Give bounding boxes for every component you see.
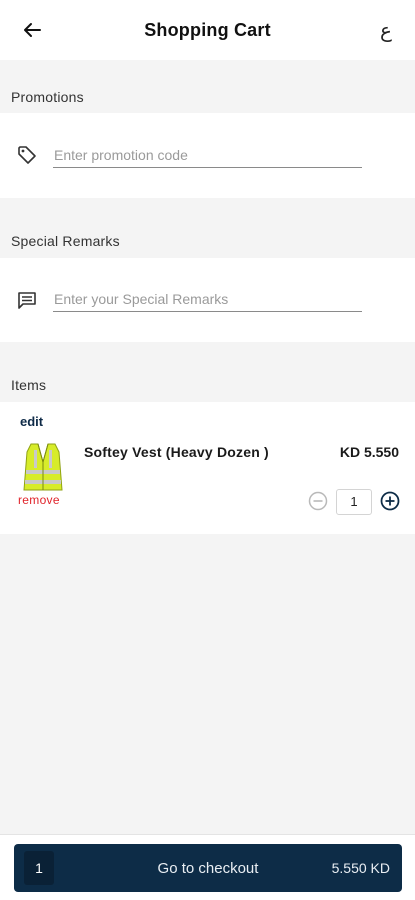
page-title: Shopping Cart <box>144 19 271 40</box>
product-price: KD 5.550 <box>339 444 399 460</box>
special-remarks-input[interactable] <box>53 286 362 312</box>
promotion-code-row <box>0 113 415 198</box>
back-button[interactable] <box>20 18 44 42</box>
cart-count-badge: 1 <box>24 851 54 885</box>
special-remarks-row <box>0 258 415 342</box>
promotion-code-input[interactable] <box>53 142 362 168</box>
special-remarks-panel <box>0 258 415 342</box>
tag-icon <box>18 146 36 164</box>
checkout-footer: 1 Go to checkout 5.550 KD <box>0 834 415 900</box>
quantity-field[interactable]: 1 <box>336 489 372 515</box>
go-to-checkout-button[interactable]: 1 Go to checkout 5.550 KD <box>14 844 402 892</box>
product-name: Softey Vest (Heavy Dozen ) <box>84 444 269 460</box>
top-app-bar: Shopping Cart ع <box>0 0 415 60</box>
comment-icon <box>18 292 36 309</box>
decrease-quantity-icon[interactable] <box>308 491 328 511</box>
special-remarks-section-label: Special Remarks <box>11 233 120 249</box>
back-arrow-icon <box>24 23 41 37</box>
checkout-total: 5.550 KD <box>331 860 390 876</box>
increase-quantity-icon[interactable] <box>380 491 400 511</box>
language-toggle-button[interactable]: ع <box>371 18 401 42</box>
items-section-label: Items <box>11 377 47 393</box>
promotions-section-label: Promotions <box>11 89 84 105</box>
safety-vest-image <box>23 443 63 491</box>
edit-item-link[interactable]: edit <box>20 414 43 429</box>
remove-item-link[interactable]: remove <box>18 493 60 507</box>
cart-item: edit remove Softey Vest (Heavy Dozen ) K… <box>0 402 415 534</box>
promotions-panel <box>0 113 415 198</box>
